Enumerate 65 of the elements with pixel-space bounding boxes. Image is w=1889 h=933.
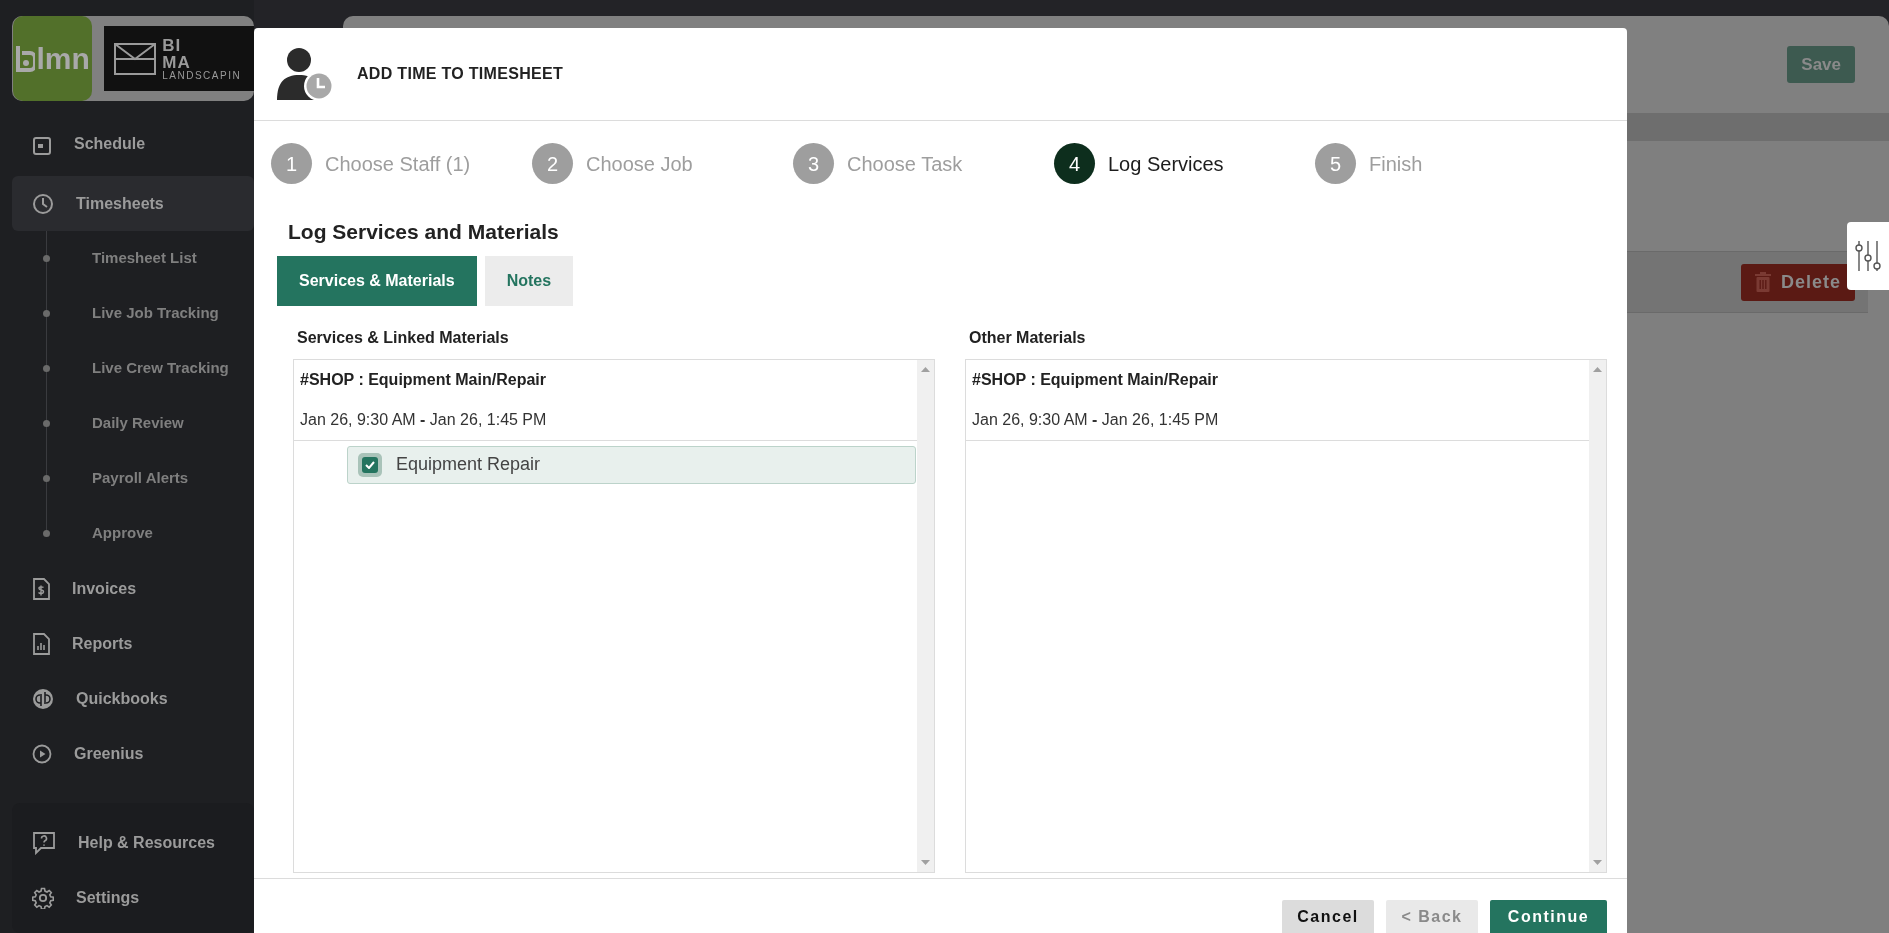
group-title: #SHOP : Equipment Main/Repair: [971, 369, 1219, 390]
scroll-down-icon: [921, 860, 930, 866]
sidebar-subitem[interactable]: Live Crew Tracking: [12, 341, 254, 396]
service-item[interactable]: Equipment Repair: [347, 445, 916, 484]
filter-tab[interactable]: [1847, 222, 1889, 290]
calendar-icon: [32, 136, 52, 156]
step-label: Choose Task: [847, 151, 963, 177]
step-number: 4: [1054, 143, 1095, 184]
modal-title: ADD TIME TO TIMESHEET: [357, 64, 563, 84]
tree-dot: [43, 310, 50, 317]
sidebar-item[interactable]: Reports: [12, 616, 254, 671]
step-number: 1: [271, 143, 312, 184]
play-icon: [32, 743, 52, 764]
step-label: Finish: [1369, 151, 1423, 177]
scroll-down-icon: [1593, 860, 1602, 866]
section-heading: Log Services and Materials: [288, 219, 560, 245]
step-label: Choose Job: [586, 151, 693, 177]
tab[interactable]: Notes: [484, 255, 574, 306]
sidebar-item[interactable]: Greenius: [12, 726, 254, 781]
trash-icon: [1754, 272, 1771, 292]
sidebar-item[interactable]: Timesheets: [12, 176, 254, 231]
tree-dot: [43, 420, 50, 427]
tree-dot: [43, 365, 50, 372]
partner-mark-icon: [114, 42, 157, 75]
tree-dot: [43, 255, 50, 262]
partner-logo: BI MA LANDSCAPIN: [104, 26, 254, 91]
sidebar-item[interactable]: Schedule: [12, 136, 254, 176]
sliders-icon: [1855, 241, 1881, 271]
sidebar-item[interactable]: Help & Resources: [12, 815, 254, 870]
tree-dot: [43, 530, 50, 537]
checkbox[interactable]: [358, 452, 382, 477]
logo: lmn: [13, 16, 93, 101]
clock-icon: [32, 192, 54, 215]
time-range: Jan 26, 9:30 AM - Jan 26, 1:45 PM: [294, 391, 917, 441]
invoice-icon: [32, 577, 50, 600]
sidebar-subitem[interactable]: Live Job Tracking: [12, 286, 254, 341]
sidebar-subitem[interactable]: Approve: [12, 506, 254, 561]
sidebar-subitem[interactable]: Timesheet List: [12, 231, 254, 286]
time-range: Jan 26, 9:30 AM - Jan 26, 1:45 PM: [966, 391, 1589, 441]
delete-button[interactable]: Delete: [1740, 263, 1855, 301]
sidebar-item[interactable]: Quickbooks: [12, 671, 254, 726]
logo-mark-icon: [15, 43, 36, 74]
panel-title: Other Materials: [969, 327, 1087, 348]
sidebar-item[interactable]: Settings: [12, 870, 254, 925]
group-title: #SHOP : Equipment Main/Repair: [299, 369, 547, 390]
step-number: 5: [1315, 143, 1356, 184]
help-icon: [32, 830, 56, 855]
step-label: Choose Staff (1): [325, 151, 471, 177]
footer-button[interactable]: Continue: [1490, 900, 1607, 933]
step-number: 2: [532, 143, 573, 184]
check-icon: [365, 460, 375, 469]
footer-button[interactable]: Cancel: [1282, 900, 1374, 933]
panel-title: Services & Linked Materials: [297, 327, 510, 348]
scroll-up-icon: [921, 365, 930, 372]
step-number: 3: [793, 143, 834, 184]
sidebar-subitem[interactable]: Daily Review: [12, 396, 254, 451]
step-label: Log Services: [1108, 151, 1224, 177]
report-icon: [32, 632, 50, 655]
settings-icon: [32, 886, 54, 909]
tree-dot: [43, 475, 50, 482]
quickbooks-icon: [32, 687, 54, 710]
sidebar-item[interactable]: Invoices: [12, 561, 254, 616]
sidebar-subitem[interactable]: Payroll Alerts: [12, 451, 254, 506]
tab[interactable]: Services & Materials: [277, 255, 477, 306]
scroll-up-icon: [1593, 365, 1602, 372]
